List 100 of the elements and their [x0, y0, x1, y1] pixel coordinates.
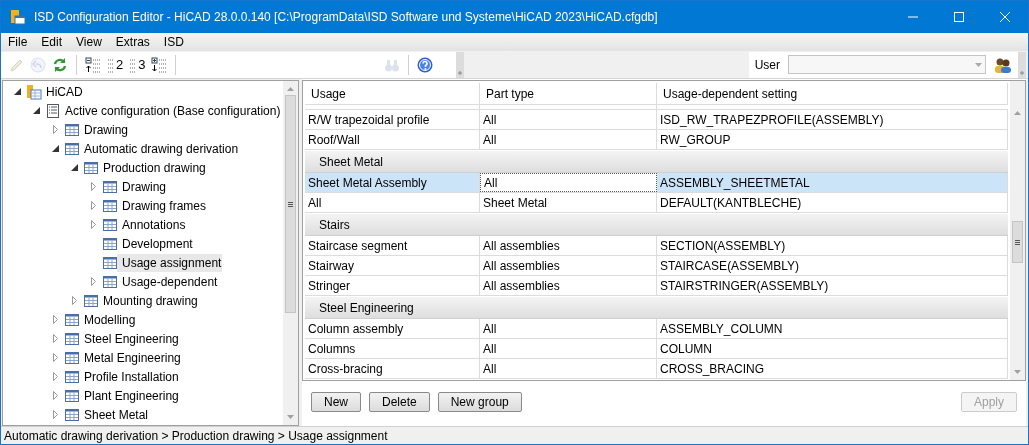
level-button[interactable]: 3	[126, 54, 149, 75]
tree-item[interactable]: Sheet Metal	[79, 405, 150, 424]
tree-item[interactable]: Steel Engineering	[79, 329, 180, 348]
expanded-arrow-icon[interactable]	[51, 145, 59, 152]
group-header[interactable]: Sheet Metal	[305, 151, 1008, 173]
table-cell[interactable]: R/W trapezoidal profile	[305, 110, 480, 129]
collapsed-arrow-icon[interactable]	[52, 372, 58, 381]
table-cell[interactable]: All	[305, 193, 480, 212]
table-cell[interactable]: ASSEMBLY_COLUMN	[657, 319, 1008, 338]
users-icon[interactable]	[994, 56, 1012, 73]
toolbar-grip-icon[interactable]	[1018, 51, 1026, 78]
table-cell[interactable]: STAIRCASE(ASSEMBLY)	[657, 256, 1008, 275]
table-cell[interactable]: Stringer	[305, 276, 480, 295]
tree-item[interactable]: Profile Installation	[79, 367, 180, 386]
table-cell[interactable]: All	[480, 110, 657, 129]
table-cell[interactable]: SECTION(ASSEMBLY)	[657, 236, 1008, 255]
collapsed-arrow-icon[interactable]	[52, 315, 58, 324]
tree-item[interactable]: Drawing	[117, 177, 167, 196]
grip-icon	[1015, 239, 1020, 245]
tree-item[interactable]: Mounting drawing	[98, 291, 199, 310]
collapsed-arrow-icon[interactable]	[90, 277, 96, 286]
tree-item[interactable]: Annotations	[117, 215, 187, 234]
tree-item[interactable]: Usage assignment	[117, 253, 223, 272]
table-cell[interactable]: Sheet Metal	[480, 193, 657, 212]
table-cell[interactable]: Columns	[305, 339, 480, 358]
scrollbar[interactable]	[283, 81, 298, 425]
column-header[interactable]: Usage-dependent setting	[657, 83, 1008, 104]
collapse-level-icon[interactable]	[151, 56, 168, 73]
scroll-down-icon[interactable]	[1014, 370, 1021, 374]
help-icon[interactable]	[417, 56, 434, 73]
menu-item[interactable]: Edit	[34, 33, 70, 51]
scroll-thumb[interactable]	[285, 95, 296, 313]
tree-item[interactable]: Production drawing	[98, 158, 207, 177]
expanded-arrow-icon[interactable]	[32, 107, 40, 114]
tree-item[interactable]: Development	[117, 234, 194, 253]
table-cell[interactable]: All	[480, 130, 657, 149]
table-cell[interactable]: All	[480, 319, 657, 338]
column-header[interactable]: Part type	[480, 83, 657, 104]
tree-item[interactable]: Drawing	[79, 120, 129, 139]
action-button[interactable]: Delete	[369, 392, 430, 412]
table-icon	[102, 254, 118, 271]
table-cell[interactable]: ASSEMBLY_SHEETMETAL	[657, 173, 1008, 192]
collapsed-arrow-icon[interactable]	[90, 220, 96, 229]
collapsed-arrow-icon[interactable]	[52, 125, 58, 134]
collapsed-arrow-icon[interactable]	[71, 296, 77, 305]
table-cell[interactable]: COLUMN	[657, 339, 1008, 358]
collapsed-arrow-icon[interactable]	[52, 334, 58, 343]
table-cell[interactable]: All	[480, 339, 657, 358]
table-cell[interactable]: All assemblies	[480, 256, 657, 275]
menu-item[interactable]: View	[69, 33, 109, 51]
tree-item[interactable]: HiCAD	[41, 82, 84, 101]
collapsed-arrow-icon[interactable]	[90, 201, 96, 210]
toolbar-grip-icon[interactable]	[456, 51, 464, 78]
table-cell[interactable]: CROSS_BRACING	[657, 359, 1008, 378]
table-cell[interactable]: ISD_RW_TRAPEZPROFILE(ASSEMBLY)	[657, 110, 1008, 129]
tree-item[interactable]: Automatic drawing derivation	[79, 139, 240, 158]
table-cell[interactable]: Stairway	[305, 256, 480, 275]
tree-item[interactable]: Drawing frames	[117, 196, 208, 215]
tree-item[interactable]: Modelling	[79, 310, 137, 329]
menu-item[interactable]: Extras	[108, 33, 157, 51]
collapsed-arrow-icon[interactable]	[52, 391, 58, 400]
table-cell[interactable]: Column assembly	[305, 319, 480, 338]
tree-item[interactable]: Plant Engineering	[79, 386, 180, 405]
scroll-down-icon[interactable]	[287, 415, 294, 419]
table-cell[interactable]: All assemblies	[480, 236, 657, 255]
table-cell[interactable]: RW_GROUP	[657, 130, 1008, 149]
table-cell[interactable]: STAIRSTRINGER(ASSEMBLY)	[657, 276, 1008, 295]
tree-item[interactable]: Metal Engineering	[79, 348, 182, 367]
grip-icon	[288, 201, 293, 207]
column-header[interactable]: Usage	[305, 83, 480, 104]
tree-item[interactable]: Usage-dependent	[117, 272, 219, 291]
scroll-up-icon[interactable]	[287, 87, 294, 91]
action-button[interactable]: New group	[437, 392, 522, 412]
scrollbar[interactable]	[1010, 81, 1025, 380]
table-cell[interactable]: All	[480, 359, 657, 378]
table-cell[interactable]: Cross-bracing	[305, 359, 480, 378]
table-cell[interactable]: Roof/Wall	[305, 130, 480, 149]
table-cell[interactable]: Staircase segment	[305, 236, 480, 255]
table-icon	[64, 406, 80, 423]
list-icon	[45, 102, 61, 119]
table-cell[interactable]: All	[480, 173, 657, 192]
group-header[interactable]: Stairs	[305, 214, 1008, 236]
table-cell[interactable]: DEFAULT(KANTBLECHE)	[657, 193, 1008, 212]
menu-item[interactable]: File	[1, 33, 35, 51]
scroll-thumb[interactable]	[1012, 221, 1023, 263]
collapsed-arrow-icon[interactable]	[52, 353, 58, 362]
action-button[interactable]: New	[311, 392, 361, 412]
refresh-icon[interactable]	[52, 56, 68, 73]
expanded-arrow-icon[interactable]	[13, 88, 21, 95]
collapsed-arrow-icon[interactable]	[52, 410, 58, 419]
tree-item[interactable]: Active configuration (Base configuration)	[60, 101, 282, 120]
expand-level-icon[interactable]	[85, 56, 101, 73]
table-cell[interactable]: All assemblies	[480, 276, 657, 295]
collapsed-arrow-icon[interactable]	[90, 182, 96, 191]
menu-item[interactable]: ISD	[156, 33, 191, 51]
scroll-up-icon[interactable]	[1014, 111, 1021, 115]
expanded-arrow-icon[interactable]	[70, 164, 78, 171]
level-button[interactable]: 2	[104, 54, 127, 75]
group-header[interactable]: Steel Engineering	[305, 297, 1008, 319]
table-icon	[64, 387, 80, 404]
